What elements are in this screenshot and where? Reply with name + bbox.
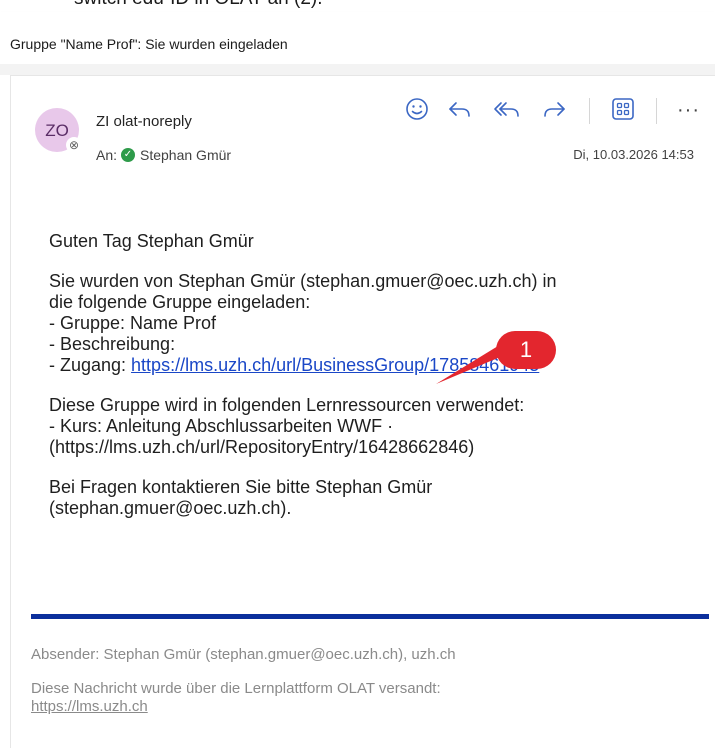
to-label: An: — [96, 147, 118, 163]
toolbar-divider-2 — [656, 98, 657, 124]
resources-line-2: - Kurs: Anleitung Abschlussarbeiten WWF … — [49, 416, 394, 436]
access-link[interactable]: https://lms.uzh.ch/url/BusinessGroup/178… — [131, 355, 539, 375]
questions-line-2: (stephan.gmuer@oec.uzh.ch). — [49, 498, 292, 518]
avatar-initials: ZO — [45, 121, 69, 140]
resources-paragraph: Diese Gruppe wird in folgenden Lernresso… — [49, 395, 689, 458]
message-subject: Gruppe "Name Prof": Sie wurden eingelade… — [10, 36, 288, 52]
message-footer: Absender: Stephan Gmür (stephan.gmuer@oe… — [31, 646, 691, 732]
emoji-icon[interactable] — [403, 94, 431, 124]
recipient-name[interactable]: Stephan Gmür — [140, 147, 231, 163]
top-fragment-text: switch edu-ID in OLAT an (2). — [74, 0, 323, 10]
group-line: - Gruppe: Name Prof — [49, 313, 217, 333]
questions-paragraph: Bei Fragen kontaktieren Sie bitte Stepha… — [49, 477, 689, 519]
reply-all-icon[interactable] — [491, 94, 523, 124]
more-icon[interactable]: ··· — [677, 99, 700, 122]
forward-icon[interactable] — [539, 94, 569, 124]
message-card: ZO ⊗ ZI olat-noreply An: ✓ Stephan Gmür … — [10, 75, 715, 748]
sender-name[interactable]: ZI olat-noreply — [96, 113, 192, 130]
footer-link[interactable]: https://lms.uzh.ch — [31, 698, 148, 715]
message-body: Guten Tag Stephan Gmür Sie wurden von St… — [49, 231, 689, 538]
invitation-paragraph: Sie wurden von Stephan Gmür (stephan.gmu… — [49, 271, 689, 376]
footer-sent-line: Diese Nachricht wurde über die Lernplatt… — [31, 680, 441, 697]
footer-divider — [31, 614, 709, 619]
invite-line-2: die folgende Gruppe eingeladen: — [49, 292, 311, 312]
reply-icon[interactable] — [445, 94, 475, 124]
header-gap — [0, 64, 715, 75]
footer-sent-paragraph: Diese Nachricht wurde über die Lernplatt… — [31, 680, 691, 716]
recipient-status-icon: ✓ — [121, 148, 135, 162]
subject-bar: Gruppe "Name Prof": Sie wurden eingelade… — [0, 12, 715, 65]
resources-line-1: Diese Gruppe wird in folgenden Lernresso… — [49, 395, 525, 415]
annotation-number: 1 — [519, 337, 533, 362]
greeting-line: Guten Tag Stephan Gmür — [49, 231, 254, 251]
invite-line-1: Sie wurden von Stephan Gmür (stephan.gmu… — [49, 271, 557, 291]
top-fragment: switch edu-ID in OLAT an (2). — [0, 0, 715, 12]
description-line: - Beschreibung: — [49, 334, 176, 354]
toolbar-divider — [589, 98, 590, 124]
questions-line-1: Bei Fragen kontaktieren Sie bitte Stepha… — [49, 477, 433, 497]
annotation-callout: 1 — [496, 331, 556, 369]
access-prefix: - Zugang: — [49, 355, 132, 375]
footer-sender-line: Absender: Stephan Gmür (stephan.gmuer@oe… — [31, 646, 456, 663]
message-date: Di, 10.03.2026 14:53 — [573, 147, 694, 162]
apps-icon[interactable] — [609, 94, 637, 124]
blocked-status-icon: ⊗ — [66, 137, 82, 153]
resources-line-3: (https://lms.uzh.ch/url/RepositoryEntry/… — [49, 437, 475, 457]
